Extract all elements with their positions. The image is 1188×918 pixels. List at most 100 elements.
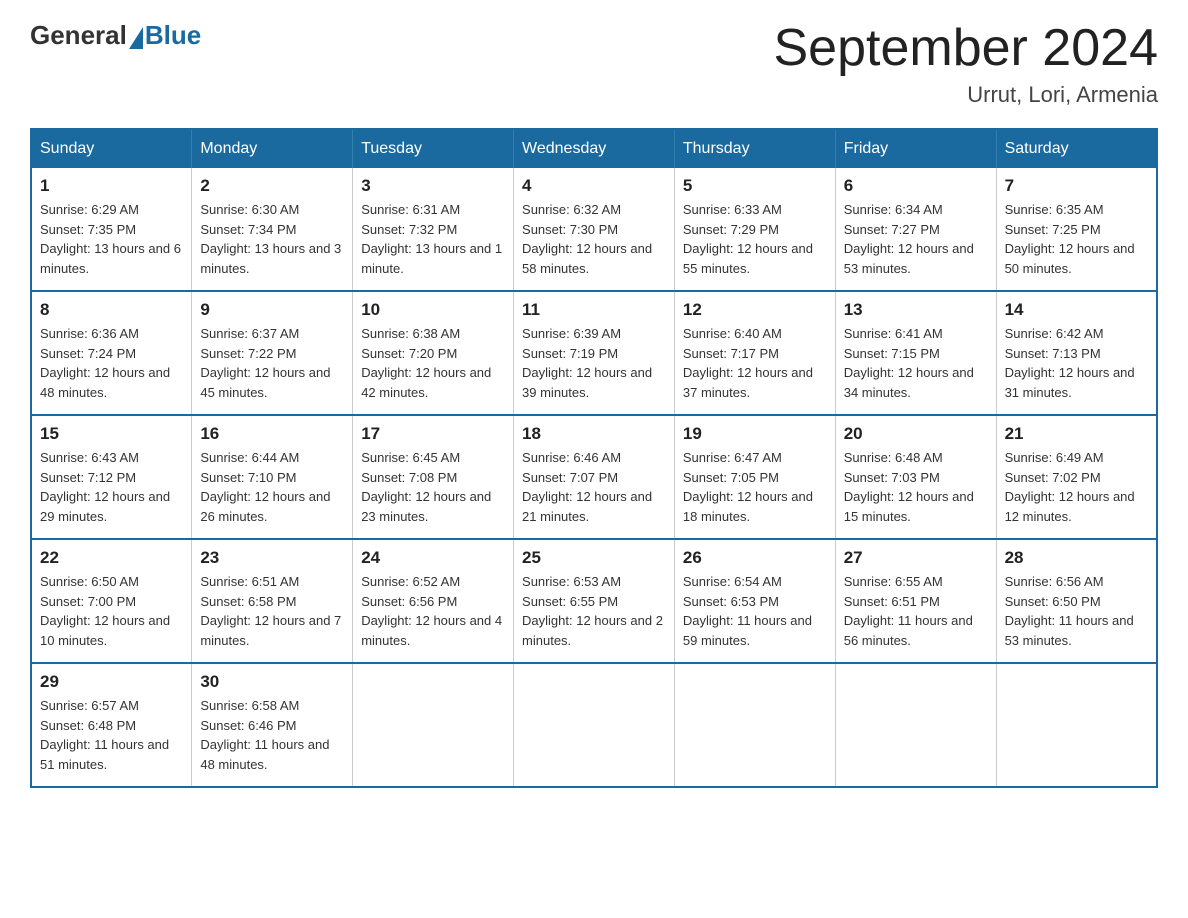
day-info: Sunrise: 6:39 AMSunset: 7:19 PMDaylight:… [522,324,666,402]
weekday-header-thursday: Thursday [674,129,835,168]
day-info: Sunrise: 6:41 AMSunset: 7:15 PMDaylight:… [844,324,988,402]
logo-triangle-icon [129,27,143,49]
day-number: 1 [40,176,183,196]
calendar-cell: 21Sunrise: 6:49 AMSunset: 7:02 PMDayligh… [996,415,1157,539]
day-info: Sunrise: 6:50 AMSunset: 7:00 PMDaylight:… [40,572,183,650]
day-info: Sunrise: 6:57 AMSunset: 6:48 PMDaylight:… [40,696,183,774]
day-info: Sunrise: 6:33 AMSunset: 7:29 PMDaylight:… [683,200,827,278]
day-number: 30 [200,672,344,692]
title-area: September 2024 Urrut, Lori, Armenia [774,20,1159,108]
day-number: 10 [361,300,505,320]
day-number: 15 [40,424,183,444]
calendar-cell [514,663,675,787]
day-info: Sunrise: 6:29 AMSunset: 7:35 PMDaylight:… [40,200,183,278]
calendar-table: SundayMondayTuesdayWednesdayThursdayFrid… [30,128,1158,788]
calendar-cell: 17 Sunrise: 6:45 AMSunset: 7:08 PMDayligh… [353,415,514,539]
day-number: 20 [844,424,988,444]
day-number: 11 [522,300,666,320]
calendar-cell: 8 Sunrise: 6:36 AMSunset: 7:24 PMDaylight… [31,291,192,415]
calendar-cell: 25 Sunrise: 6:53 AMSunset: 6:55 PMDayligh… [514,539,675,663]
calendar-cell: 7Sunrise: 6:35 AMSunset: 7:25 PMDaylight… [996,168,1157,291]
day-info: Sunrise: 6:56 AMSunset: 6:50 PMDaylight:… [1005,572,1148,650]
day-info: Sunrise: 6:43 AMSunset: 7:12 PMDaylight:… [40,448,183,526]
calendar-cell: 27 Sunrise: 6:55 AMSunset: 6:51 PMDayligh… [835,539,996,663]
calendar-cell: 15 Sunrise: 6:43 AMSunset: 7:12 PMDayligh… [31,415,192,539]
calendar-cell: 3 Sunrise: 6:31 AMSunset: 7:32 PMDaylight… [353,168,514,291]
day-info: Sunrise: 6:37 AMSunset: 7:22 PMDaylight:… [200,324,344,402]
calendar-cell: 18Sunrise: 6:46 AMSunset: 7:07 PMDayligh… [514,415,675,539]
day-number: 6 [844,176,988,196]
day-number: 23 [200,548,344,568]
day-number: 16 [200,424,344,444]
day-number: 26 [683,548,827,568]
weekday-header-monday: Monday [192,129,353,168]
day-info: Sunrise: 6:31 AMSunset: 7:32 PMDaylight:… [361,200,505,278]
day-info: Sunrise: 6:47 AMSunset: 7:05 PMDaylight:… [683,448,827,526]
calendar-cell: 24 Sunrise: 6:52 AMSunset: 6:56 PMDayligh… [353,539,514,663]
day-number: 13 [844,300,988,320]
calendar-week-row: 29Sunrise: 6:57 AMSunset: 6:48 PMDayligh… [31,663,1157,787]
calendar-week-row: 15 Sunrise: 6:43 AMSunset: 7:12 PMDayligh… [31,415,1157,539]
day-info: Sunrise: 6:49 AMSunset: 7:02 PMDaylight:… [1005,448,1148,526]
day-info: Sunrise: 6:52 AMSunset: 6:56 PMDaylight:… [361,572,505,650]
weekday-header-tuesday: Tuesday [353,129,514,168]
weekday-header-friday: Friday [835,129,996,168]
calendar-cell [674,663,835,787]
day-number: 4 [522,176,666,196]
calendar-cell [996,663,1157,787]
day-info: Sunrise: 6:55 AMSunset: 6:51 PMDaylight:… [844,572,988,650]
day-number: 8 [40,300,183,320]
day-info: Sunrise: 6:38 AMSunset: 7:20 PMDaylight:… [361,324,505,402]
logo-general-text: General [30,20,127,51]
calendar-cell: 20 Sunrise: 6:48 AMSunset: 7:03 PMDayligh… [835,415,996,539]
weekday-header-wednesday: Wednesday [514,129,675,168]
calendar-cell: 29Sunrise: 6:57 AMSunset: 6:48 PMDayligh… [31,663,192,787]
day-number: 28 [1005,548,1148,568]
day-info: Sunrise: 6:53 AMSunset: 6:55 PMDaylight:… [522,572,666,650]
day-info: Sunrise: 6:58 AMSunset: 6:46 PMDaylight:… [200,696,344,774]
day-info: Sunrise: 6:54 AMSunset: 6:53 PMDaylight:… [683,572,827,650]
day-number: 3 [361,176,505,196]
day-number: 12 [683,300,827,320]
calendar-cell: 23 Sunrise: 6:51 AMSunset: 6:58 PMDayligh… [192,539,353,663]
day-info: Sunrise: 6:45 AMSunset: 7:08 PMDaylight:… [361,448,505,526]
calendar-cell: 26 Sunrise: 6:54 AMSunset: 6:53 PMDayligh… [674,539,835,663]
logo-blue-text: Blue [145,20,201,51]
location-label: Urrut, Lori, Armenia [774,82,1159,108]
calendar-cell: 30 Sunrise: 6:58 AMSunset: 6:46 PMDayligh… [192,663,353,787]
day-number: 7 [1005,176,1148,196]
day-info: Sunrise: 6:30 AMSunset: 7:34 PMDaylight:… [200,200,344,278]
calendar-cell: 2Sunrise: 6:30 AMSunset: 7:34 PMDaylight… [192,168,353,291]
day-info: Sunrise: 6:36 AMSunset: 7:24 PMDaylight:… [40,324,183,402]
calendar-cell: 14 Sunrise: 6:42 AMSunset: 7:13 PMDayligh… [996,291,1157,415]
calendar-cell: 1 Sunrise: 6:29 AMSunset: 7:35 PMDaylight… [31,168,192,291]
day-number: 25 [522,548,666,568]
day-info: Sunrise: 6:48 AMSunset: 7:03 PMDaylight:… [844,448,988,526]
calendar-cell [835,663,996,787]
logo: General Blue [30,20,201,51]
day-number: 22 [40,548,183,568]
calendar-header-row: SundayMondayTuesdayWednesdayThursdayFrid… [31,129,1157,168]
calendar-cell: 12 Sunrise: 6:40 AMSunset: 7:17 PMDayligh… [674,291,835,415]
calendar-cell [353,663,514,787]
calendar-cell: 9Sunrise: 6:37 AMSunset: 7:22 PMDaylight… [192,291,353,415]
day-info: Sunrise: 6:51 AMSunset: 6:58 PMDaylight:… [200,572,344,650]
day-number: 24 [361,548,505,568]
calendar-cell: 11 Sunrise: 6:39 AMSunset: 7:19 PMDayligh… [514,291,675,415]
day-number: 27 [844,548,988,568]
calendar-cell: 6Sunrise: 6:34 AMSunset: 7:27 PMDaylight… [835,168,996,291]
day-info: Sunrise: 6:44 AMSunset: 7:10 PMDaylight:… [200,448,344,526]
day-info: Sunrise: 6:46 AMSunset: 7:07 PMDaylight:… [522,448,666,526]
day-info: Sunrise: 6:40 AMSunset: 7:17 PMDaylight:… [683,324,827,402]
calendar-cell: 13 Sunrise: 6:41 AMSunset: 7:15 PMDayligh… [835,291,996,415]
calendar-week-row: 22 Sunrise: 6:50 AMSunset: 7:00 PMDayligh… [31,539,1157,663]
day-number: 14 [1005,300,1148,320]
calendar-cell: 16 Sunrise: 6:44 AMSunset: 7:10 PMDayligh… [192,415,353,539]
day-number: 19 [683,424,827,444]
month-title: September 2024 [774,20,1159,77]
day-info: Sunrise: 6:42 AMSunset: 7:13 PMDaylight:… [1005,324,1148,402]
calendar-cell: 5Sunrise: 6:33 AMSunset: 7:29 PMDaylight… [674,168,835,291]
page-header: General Blue September 2024 Urrut, Lori,… [30,20,1158,108]
day-number: 17 [361,424,505,444]
calendar-cell: 4Sunrise: 6:32 AMSunset: 7:30 PMDaylight… [514,168,675,291]
